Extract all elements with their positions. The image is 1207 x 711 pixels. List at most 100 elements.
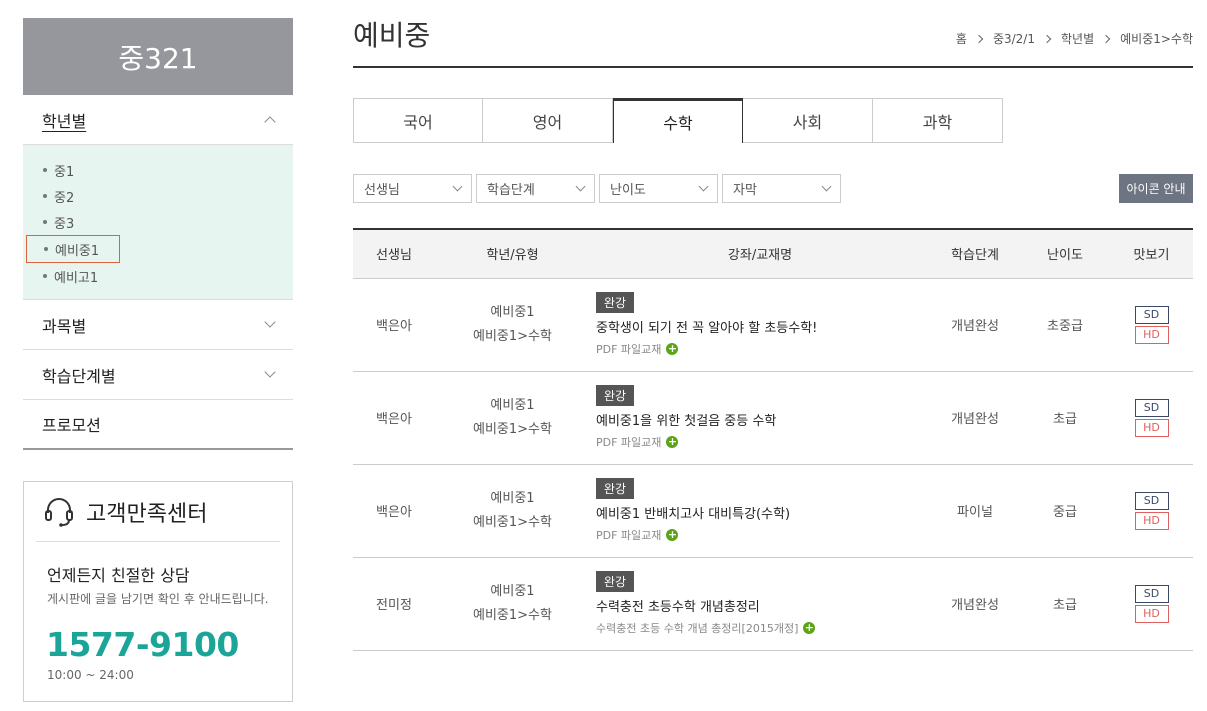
subtitle-select-label: 자막 <box>733 183 757 198</box>
icon-guide-button[interactable]: 아이콘 안내 <box>1119 174 1193 203</box>
col-grade-type: 학년/유형 <box>486 248 539 264</box>
level-cell: 초중급 <box>1047 319 1083 334</box>
grade-cell: 예비중1 예비중1>수학 <box>435 278 590 371</box>
lecture-cell: 완강 수력충전 초등수학 개념총정리 수력충전 초등 수학 개념 총정리[201… <box>590 557 930 650</box>
breadcrumb-category[interactable]: 학년별 <box>1061 30 1094 47</box>
lecture-cell: 완강 예비중1 반배치고사 대비특강(수학) PDF 파일교재 + <box>590 464 930 557</box>
teacher-cell: 백은아 <box>376 319 412 334</box>
chevron-right-icon <box>974 34 984 43</box>
breadcrumb-home[interactable]: 홈 <box>956 30 967 47</box>
teacher-select-label: 선생님 <box>364 183 400 198</box>
grade-text: 예비중1 <box>490 490 535 506</box>
table-header-row: 선생님 학년/유형 강좌/교재명 학습단계 난이도 맛보기 <box>353 229 1193 278</box>
menu-by-stage[interactable]: 학습단계별 <box>23 350 293 400</box>
subtitle-select[interactable]: 자막 <box>722 174 841 203</box>
customer-center-phone: 1577-9100 <box>46 625 239 664</box>
col-teacher: 선생님 <box>376 248 412 264</box>
teacher-select[interactable]: 선생님 <box>353 174 472 203</box>
chevron-right-icon <box>1042 34 1052 43</box>
table-row: 백은아 예비중1 예비중1>수학 완강 예비중1 반배치고사 대비특강(수학) P… <box>353 464 1193 557</box>
plus-icon[interactable]: + <box>666 343 679 355</box>
sub-item-prejung1[interactable]: 예비중1 <box>26 235 120 263</box>
sd-preview-button[interactable]: SD <box>1134 491 1169 510</box>
preview-cell: SD HD <box>1110 278 1193 371</box>
plus-icon[interactable]: + <box>803 622 816 634</box>
level-cell: 중급 <box>1053 505 1077 520</box>
chevron-down-icon <box>821 181 832 192</box>
lecture-title[interactable]: 예비중1을 위한 첫걸음 중등 수학 <box>596 410 930 429</box>
chevron-down-icon <box>575 181 586 192</box>
chevron-right-icon <box>1101 34 1111 43</box>
preview-cell: SD HD <box>1110 557 1193 650</box>
material-text: PDF 파일교재 <box>596 343 662 356</box>
lecture-title[interactable]: 수력충전 초등수학 개념총정리 <box>596 596 930 615</box>
material-text: PDF 파일교재 <box>596 529 662 542</box>
customer-center-title: 고객만족센터 <box>36 482 280 542</box>
menu-by-stage-label: 학습단계별 <box>42 366 116 386</box>
menu-by-grade[interactable]: 학년별 <box>23 95 293 145</box>
sub-item-label: 예비고1 <box>54 270 99 286</box>
tab-science[interactable]: 과학 <box>873 98 1003 143</box>
lecture-material: PDF 파일교재 + <box>596 527 930 543</box>
tab-korean[interactable]: 국어 <box>353 98 483 143</box>
customer-center-hours: 10:00 ~ 24:00 <box>47 668 134 682</box>
grade-cell: 예비중1 예비중1>수학 <box>435 371 590 464</box>
stage-cell: 개념완성 <box>951 412 999 427</box>
chevron-down-icon <box>452 181 463 192</box>
breadcrumb-level[interactable]: 중3/2/1 <box>993 30 1035 47</box>
sd-preview-button[interactable]: SD <box>1134 305 1169 324</box>
stage-cell: 개념완성 <box>951 598 999 613</box>
chevron-down-icon <box>698 181 709 192</box>
title-divider <box>353 66 1193 68</box>
sub-item-jung3[interactable]: 중3 <box>23 209 293 235</box>
material-text: PDF 파일교재 <box>596 436 662 449</box>
tab-math[interactable]: 수학 <box>613 98 743 143</box>
difficulty-select-label: 난이도 <box>610 183 646 198</box>
plus-icon[interactable]: + <box>666 436 679 448</box>
sub-item-label: 중1 <box>54 164 75 180</box>
lecture-title[interactable]: 중학생이 되기 전 꼭 알아야 할 초등수학! <box>596 317 930 336</box>
stage-select[interactable]: 학습단계 <box>476 174 595 203</box>
grade-text: 예비중1 <box>490 583 535 599</box>
lecture-title[interactable]: 예비중1 반배치고사 대비특강(수학) <box>596 503 930 522</box>
breadcrumb-current: 예비중1>수학 <box>1120 32 1193 46</box>
type-text: 예비중1>수학 <box>473 328 552 344</box>
breadcrumb: 홈 중3/2/1 학년별 예비중1>수학 <box>956 30 1193 47</box>
hd-preview-button[interactable]: HD <box>1134 418 1169 437</box>
customer-center-box: 고객만족센터 언제든지 친절한 상담 게시판에 글을 남기면 확인 후 안내드립… <box>23 481 293 702</box>
grade-submenu: 중1 중2 중3 예비중1 예비고1 <box>23 145 293 300</box>
teacher-cell: 전미정 <box>376 598 412 613</box>
hd-preview-button[interactable]: HD <box>1134 511 1169 530</box>
difficulty-select[interactable]: 난이도 <box>599 174 718 203</box>
status-badge: 완강 <box>596 292 635 313</box>
hd-preview-button[interactable]: HD <box>1134 325 1169 344</box>
customer-center-lead: 언제든지 친절한 상담 <box>47 566 190 585</box>
plus-icon[interactable]: + <box>666 529 679 541</box>
subject-tabs: 국어 영어 수학 사회 과학 <box>353 98 1003 143</box>
grade-cell: 예비중1 예비중1>수학 <box>435 464 590 557</box>
col-preview: 맛보기 <box>1133 248 1170 264</box>
chevron-down-icon <box>264 316 276 328</box>
lecture-table: 선생님 학년/유형 강좌/교재명 학습단계 난이도 맛보기 백은아 예비중1 예비… <box>353 228 1193 651</box>
lecture-cell: 완강 예비중1을 위한 첫걸음 중등 수학 PDF 파일교재 + <box>590 371 930 464</box>
sd-preview-button[interactable]: SD <box>1134 584 1169 603</box>
sub-item-prego1[interactable]: 예비고1 <box>23 263 293 289</box>
bullet-icon <box>44 247 48 251</box>
sub-item-jung1[interactable]: 중1 <box>23 157 293 183</box>
sidebar-header: 중321 <box>23 18 293 95</box>
table-row: 백은아 예비중1 예비중1>수학 완강 예비중1을 위한 첫걸음 중등 수학 PD… <box>353 371 1193 464</box>
stage-select-label: 학습단계 <box>487 183 535 198</box>
menu-promotion[interactable]: 프로모션 <box>23 400 293 450</box>
type-text: 예비중1>수학 <box>473 607 552 623</box>
headset-icon <box>45 497 73 527</box>
sub-item-jung2[interactable]: 중2 <box>23 183 293 209</box>
tab-social[interactable]: 사회 <box>743 98 873 143</box>
col-level: 난이도 <box>1047 248 1083 264</box>
hd-preview-button[interactable]: HD <box>1134 604 1169 623</box>
teacher-cell: 백은아 <box>376 505 412 520</box>
tab-english[interactable]: 영어 <box>483 98 613 143</box>
menu-by-subject[interactable]: 과목별 <box>23 300 293 350</box>
col-lecture: 강좌/교재명 <box>727 248 793 264</box>
sd-preview-button[interactable]: SD <box>1134 398 1169 417</box>
grade-text: 예비중1 <box>490 304 535 320</box>
